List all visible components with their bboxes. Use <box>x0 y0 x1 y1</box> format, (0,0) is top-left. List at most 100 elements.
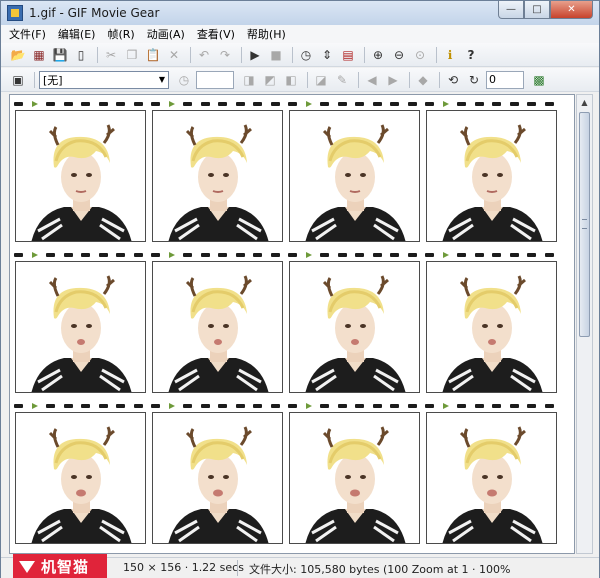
menu-frame[interactable]: 帧(R) <box>107 26 134 42</box>
frame-marker-icon <box>305 101 312 107</box>
animation-frame[interactable] <box>426 110 557 242</box>
frame-transform-icon[interactable]: ◨ <box>240 71 258 89</box>
film-hole <box>235 102 245 106</box>
preview-icon[interactable]: ▩ <box>530 71 548 89</box>
undo-icon[interactable]: ↶ <box>195 46 213 64</box>
film-hole <box>98 102 108 106</box>
menu-help[interactable]: 帮助(H) <box>247 26 286 42</box>
menu-animation[interactable]: 动画(A) <box>147 26 185 42</box>
film-hole <box>390 102 400 106</box>
frame-optimize-icon[interactable]: ◩ <box>261 71 279 89</box>
film-hole <box>183 102 193 106</box>
resize-icon[interactable]: ⇕ <box>318 46 336 64</box>
film-hole <box>407 102 417 106</box>
properties-icon[interactable]: ▣ <box>9 71 27 89</box>
film-hole <box>527 253 537 257</box>
frame-marker-icon <box>31 403 38 409</box>
delay-input[interactable] <box>196 70 234 89</box>
zoom-fit-icon[interactable]: ⊙ <box>411 46 429 64</box>
app-icon[interactable] <box>7 5 23 21</box>
film-rail <box>10 401 574 411</box>
info-icon[interactable]: ℹ <box>441 46 459 64</box>
film-hole <box>509 253 519 257</box>
animation-frame[interactable] <box>15 261 146 393</box>
refresh-icon[interactable]: ↻ <box>465 71 483 89</box>
film-hole <box>133 253 143 257</box>
paint-icon[interactable]: ✎ <box>333 71 351 89</box>
menu-edit[interactable]: 编辑(E) <box>58 26 96 42</box>
film-hole <box>218 102 228 106</box>
film-hole <box>46 404 56 408</box>
frame-marker-icon <box>305 403 312 409</box>
frame-image <box>427 111 556 241</box>
film-hole <box>492 404 502 408</box>
film-rail-segment <box>10 101 147 107</box>
animation-frame[interactable] <box>15 110 146 242</box>
animation-frame[interactable] <box>15 412 146 544</box>
frame-marker-icon <box>168 101 175 107</box>
loop-icon[interactable]: ⟲ <box>444 71 462 89</box>
help-icon[interactable]: ? <box>462 46 480 64</box>
disposal-value: [无] <box>43 73 63 87</box>
redo-icon[interactable]: ↷ <box>216 46 234 64</box>
separator <box>307 71 308 88</box>
maximize-button[interactable]: □ <box>524 1 550 19</box>
animation-frame[interactable] <box>289 110 420 242</box>
frame-image <box>153 262 282 392</box>
animation-frame[interactable] <box>152 261 283 393</box>
zoom-in-icon[interactable]: ⊕ <box>369 46 387 64</box>
open-icon[interactable]: 📂 <box>9 46 27 64</box>
separator <box>358 71 359 88</box>
menu-view[interactable]: 查看(V) <box>197 26 235 42</box>
new-icon[interactable]: ▯ <box>72 46 90 64</box>
stop-icon[interactable]: ■ <box>267 46 285 64</box>
frame-image <box>290 111 419 241</box>
copy-icon[interactable]: ❐ <box>123 46 141 64</box>
disposal-combo[interactable]: [无] ▼ <box>39 70 169 89</box>
transparency-icon[interactable]: ◪ <box>312 71 330 89</box>
film-hole <box>527 404 537 408</box>
save-icon[interactable]: 💾 <box>51 46 69 64</box>
film-rail-segment <box>421 403 558 409</box>
minimize-button[interactable]: — <box>498 1 524 19</box>
paste-icon[interactable]: 📋 <box>144 46 162 64</box>
scroll-up-icon[interactable]: ▲ <box>577 95 592 110</box>
timer-icon[interactable]: ◷ <box>175 71 193 89</box>
play-icon[interactable]: ▶ <box>246 46 264 64</box>
frame-strip-view[interactable] <box>9 94 575 554</box>
watermark-text: 机智猫 <box>41 558 90 576</box>
animation-frame[interactable] <box>426 412 557 544</box>
film-hole <box>63 102 73 106</box>
title-bar[interactable]: 1.gif - GIF Movie Gear — □ ✕ <box>1 1 599 25</box>
menu-file[interactable]: 文件(F) <box>9 26 46 42</box>
film-hole <box>218 404 228 408</box>
frame-marker-icon <box>305 252 312 258</box>
film-hole <box>457 404 467 408</box>
clock-icon[interactable]: ◷ <box>297 46 315 64</box>
frame-image <box>16 262 145 392</box>
animation-frame[interactable] <box>289 261 420 393</box>
zoom-out-icon[interactable]: ⊖ <box>390 46 408 64</box>
scroll-thumb[interactable] <box>579 112 590 337</box>
move-right-icon[interactable]: ▶ <box>384 71 402 89</box>
close-button[interactable]: ✕ <box>550 1 593 19</box>
film-hole <box>509 404 519 408</box>
frame-palette-icon[interactable]: ◧ <box>282 71 300 89</box>
delete-icon[interactable]: ✕ <box>165 46 183 64</box>
crop-icon[interactable]: ▤ <box>339 46 357 64</box>
menu-bar: 文件(F) 编辑(E) 帧(R) 动画(A) 查看(V) 帮助(H) <box>1 25 599 43</box>
film-icon[interactable]: ▦ <box>30 46 48 64</box>
frame-toolbar: ▣ [无] ▼ ◷ ◨ ◩ ◧ ◪ ✎ ◀ ▶ ◆ ⟲ ↻ 0 ▩ <box>1 68 599 92</box>
layer-icon[interactable]: ◆ <box>414 71 432 89</box>
animation-frame[interactable] <box>152 110 283 242</box>
film-hole <box>253 253 263 257</box>
animation-frame[interactable] <box>426 261 557 393</box>
animation-frame[interactable] <box>289 412 420 544</box>
vertical-scrollbar[interactable]: ▲ <box>576 94 593 554</box>
animation-frame[interactable] <box>152 412 283 544</box>
cut-icon[interactable]: ✂ <box>102 46 120 64</box>
move-left-icon[interactable]: ◀ <box>363 71 381 89</box>
frame-marker-icon <box>31 252 38 258</box>
film-hole <box>425 102 435 106</box>
loop-count-input[interactable]: 0 <box>486 70 524 89</box>
